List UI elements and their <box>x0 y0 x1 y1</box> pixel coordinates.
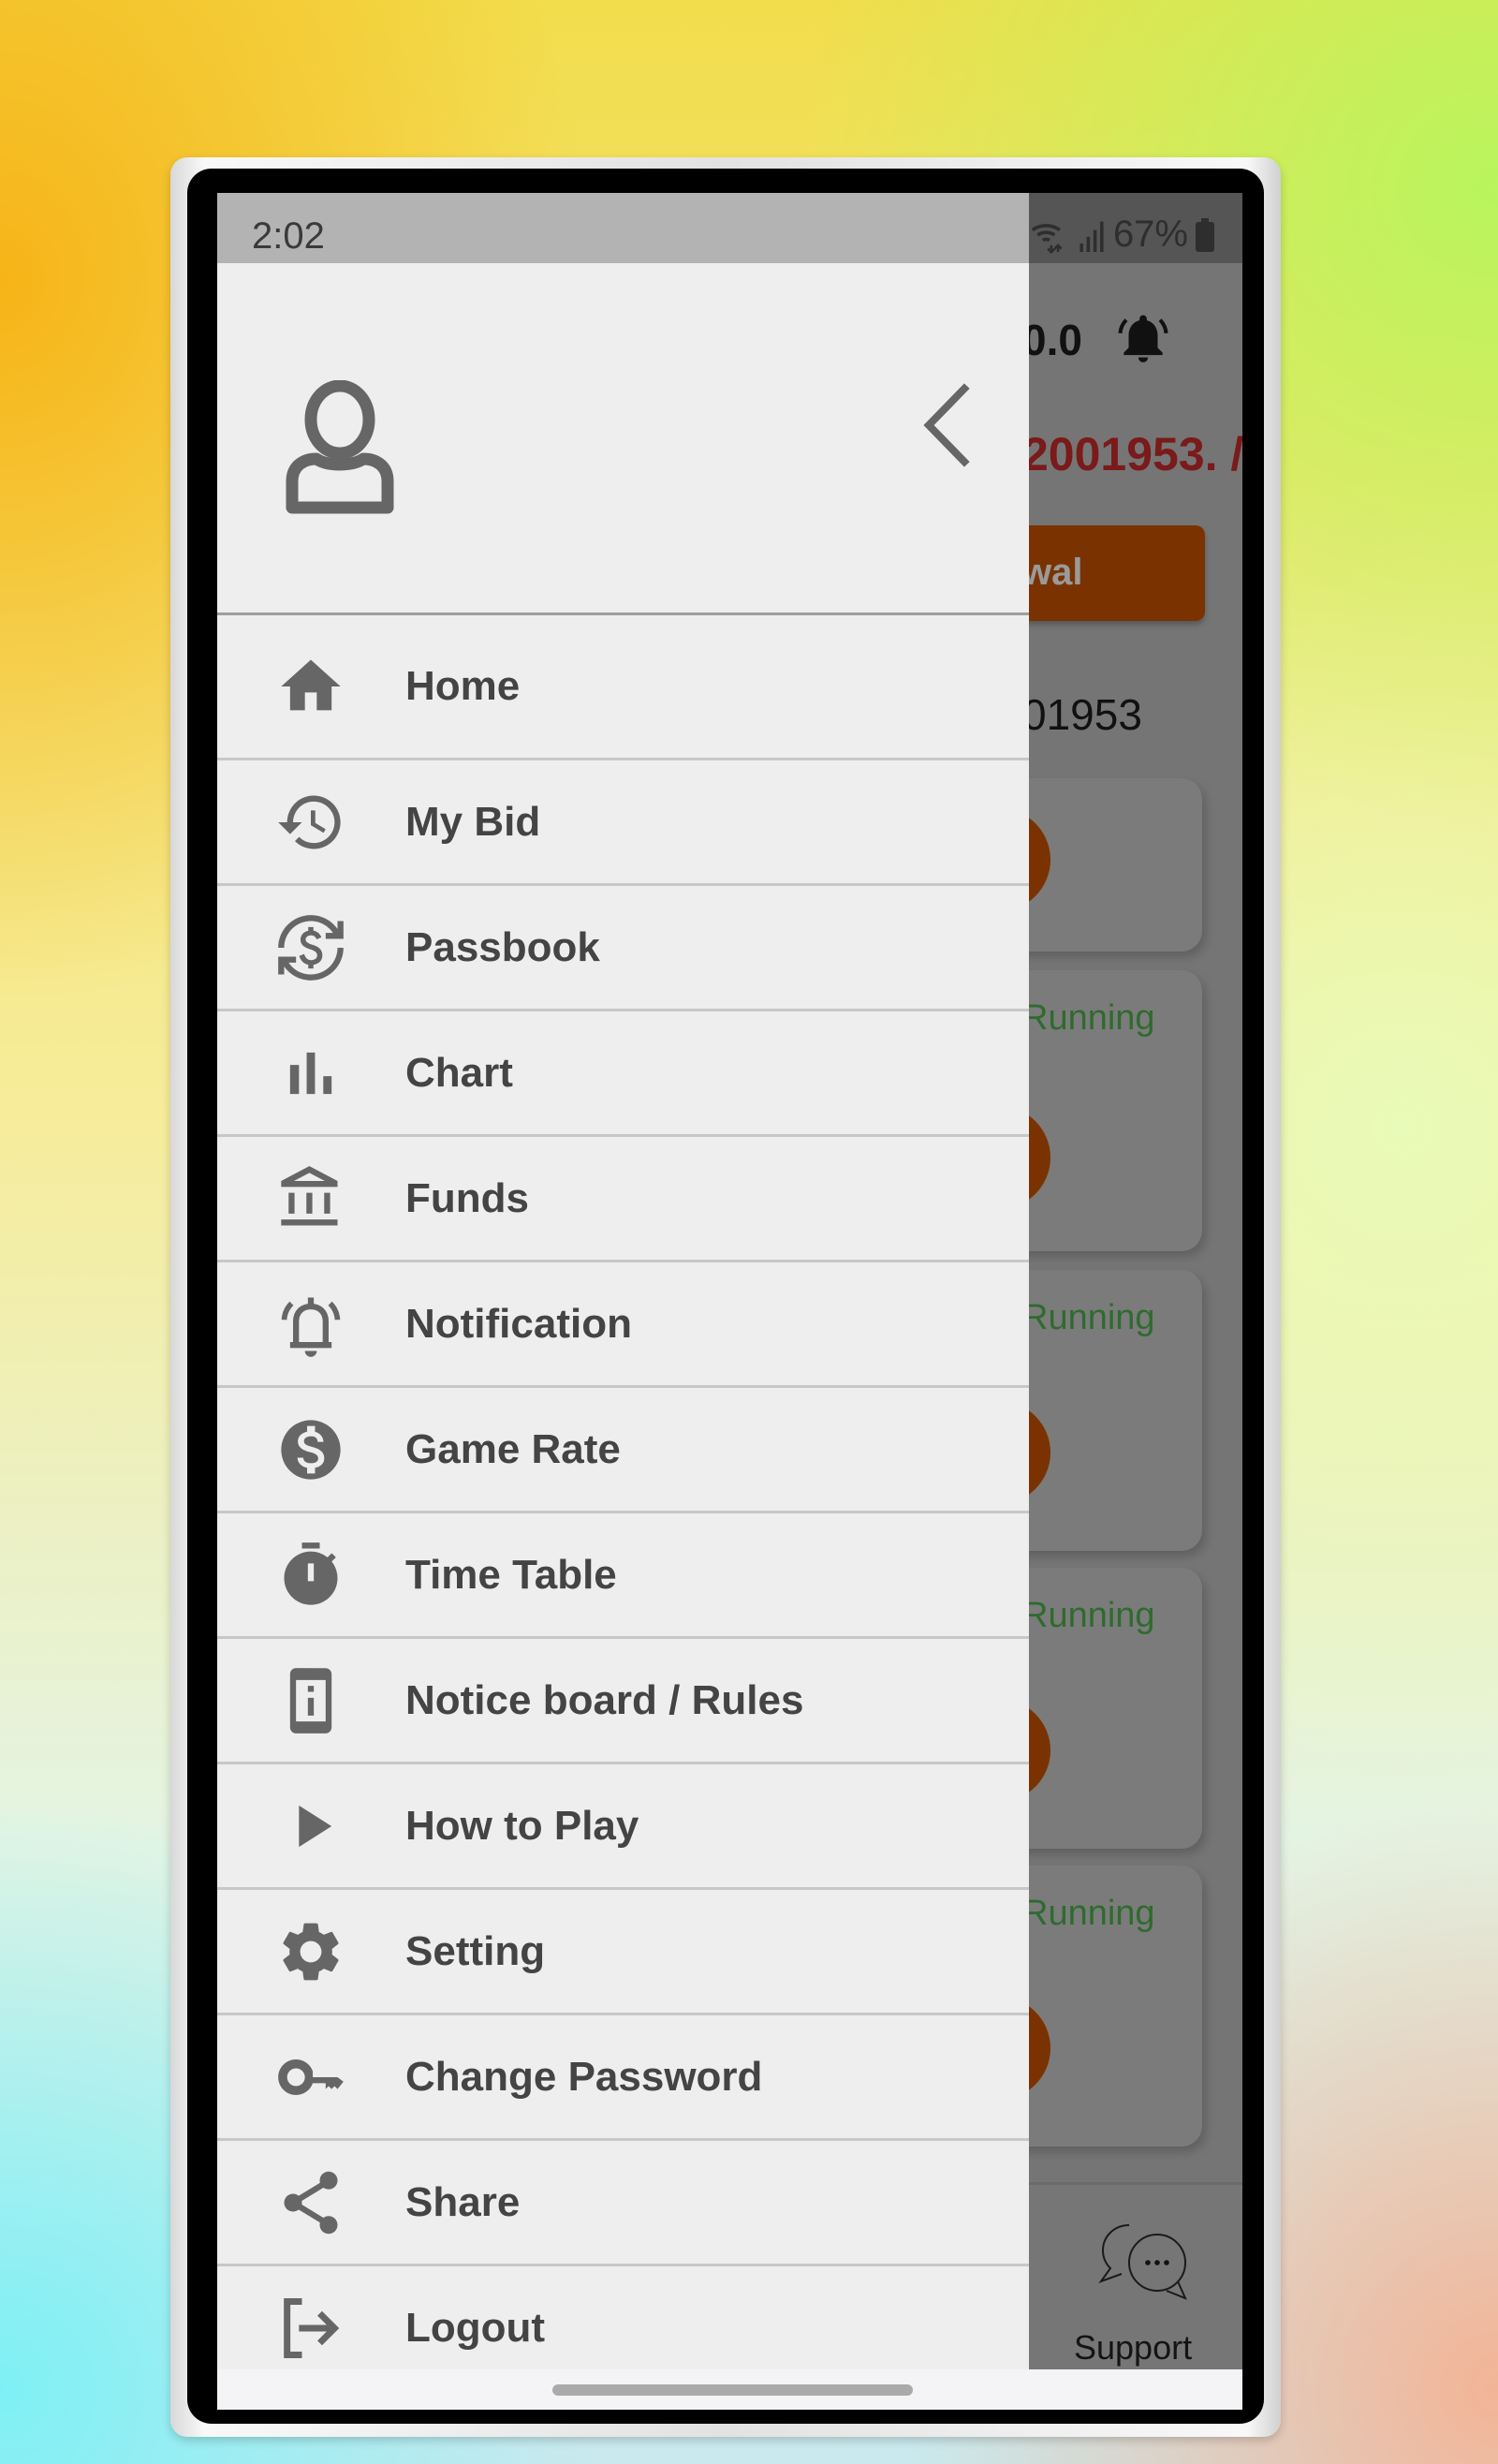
stopwatch-icon <box>284 1542 338 1605</box>
signal-icon <box>1079 221 1104 252</box>
phone-screen: 0.0 2001953. / wal 01953 Running Running… <box>217 193 1242 2410</box>
currency-exchange-icon <box>278 914 344 981</box>
gear-icon <box>283 1923 339 1980</box>
menu-label: Share <box>405 2178 521 2225</box>
home-icon <box>281 659 341 711</box>
menu-label: Time Table <box>405 1551 617 1598</box>
menu-item-funds[interactable]: Funds <box>217 1137 1029 1262</box>
dollar-circle-icon <box>281 1419 341 1480</box>
drawer-header <box>217 263 1029 615</box>
info-device-icon <box>289 1667 332 1734</box>
game-status: Running <box>1022 1298 1155 1337</box>
support-tab-label[interactable]: Support <box>1074 2328 1192 2368</box>
game-status: Running <box>1022 998 1155 1038</box>
user-id-red: 2001953. / <box>1022 428 1242 480</box>
chevron-left-icon[interactable] <box>918 383 974 467</box>
status-bar: 2:02 67% <box>217 193 1242 263</box>
bar-chart-icon <box>289 1052 332 1094</box>
game-status: Running <box>1022 1596 1155 1635</box>
withdrawal-label: wal <box>1022 552 1083 593</box>
bell-icon[interactable] <box>1114 309 1172 367</box>
status-icons: 67% <box>1029 214 1214 256</box>
history-icon <box>278 795 341 848</box>
menu-label: Passbook <box>405 923 600 970</box>
menu-label: Logout <box>405 2304 546 2351</box>
wallet-balance: 0.0 <box>1022 316 1082 364</box>
user-icon <box>286 380 394 514</box>
menu-label: Game Rate <box>405 1425 621 1472</box>
home-gesture-handle[interactable] <box>552 2384 913 2396</box>
menu-label: Notice board / Rules <box>405 1676 804 1723</box>
menu-item-time-table[interactable]: Time Table <box>217 1513 1029 1639</box>
menu-label: Notification <box>405 1300 632 1347</box>
menu-label: Chart <box>405 1049 513 1096</box>
menu-label: Setting <box>405 1927 546 1974</box>
bell-ringing-icon <box>281 1297 341 1357</box>
logout-icon <box>284 2297 340 2358</box>
menu-label: How to Play <box>405 1802 639 1849</box>
menu-item-game-rate[interactable]: Game Rate <box>217 1388 1029 1513</box>
menu-item-change-password[interactable]: Change Password <box>217 2015 1029 2141</box>
menu-item-notice-board[interactable]: Notice board / Rules <box>217 1639 1029 1764</box>
menu-item-passbook[interactable]: Passbook <box>217 886 1029 1011</box>
menu-item-my-bid[interactable]: My Bid <box>217 760 1029 886</box>
wifi-icon <box>1031 223 1063 254</box>
menu-item-how-to-play[interactable]: How to Play <box>217 1764 1029 1890</box>
menu-label: Home <box>405 663 521 709</box>
battery-percent: 67% <box>1112 214 1188 255</box>
menu-item-home[interactable]: Home <box>217 615 1029 760</box>
menu-item-setting[interactable]: Setting <box>217 1890 1029 2015</box>
menu-item-notification[interactable]: Notification <box>217 1262 1029 1388</box>
battery-icon <box>1196 217 1214 252</box>
chat-bubbles-icon[interactable] <box>1094 2220 1197 2304</box>
menu-label: Funds <box>405 1174 529 1221</box>
key-icon <box>278 2058 344 2095</box>
menu-label: My Bid <box>405 798 541 845</box>
status-time: 2:02 <box>252 215 325 257</box>
menu-item-chart[interactable]: Chart <box>217 1011 1029 1137</box>
bank-icon <box>281 1165 338 1225</box>
drawer-menu: Home My Bid Passbook Chart Funds Notific… <box>217 615 1029 2389</box>
share-icon <box>284 2171 338 2234</box>
user-id: 01953 <box>1022 690 1142 739</box>
play-icon <box>299 1805 332 1847</box>
menu-item-share[interactable]: Share <box>217 2141 1029 2266</box>
menu-label: Change Password <box>405 2053 763 2100</box>
game-status: Running <box>1022 1894 1155 1933</box>
